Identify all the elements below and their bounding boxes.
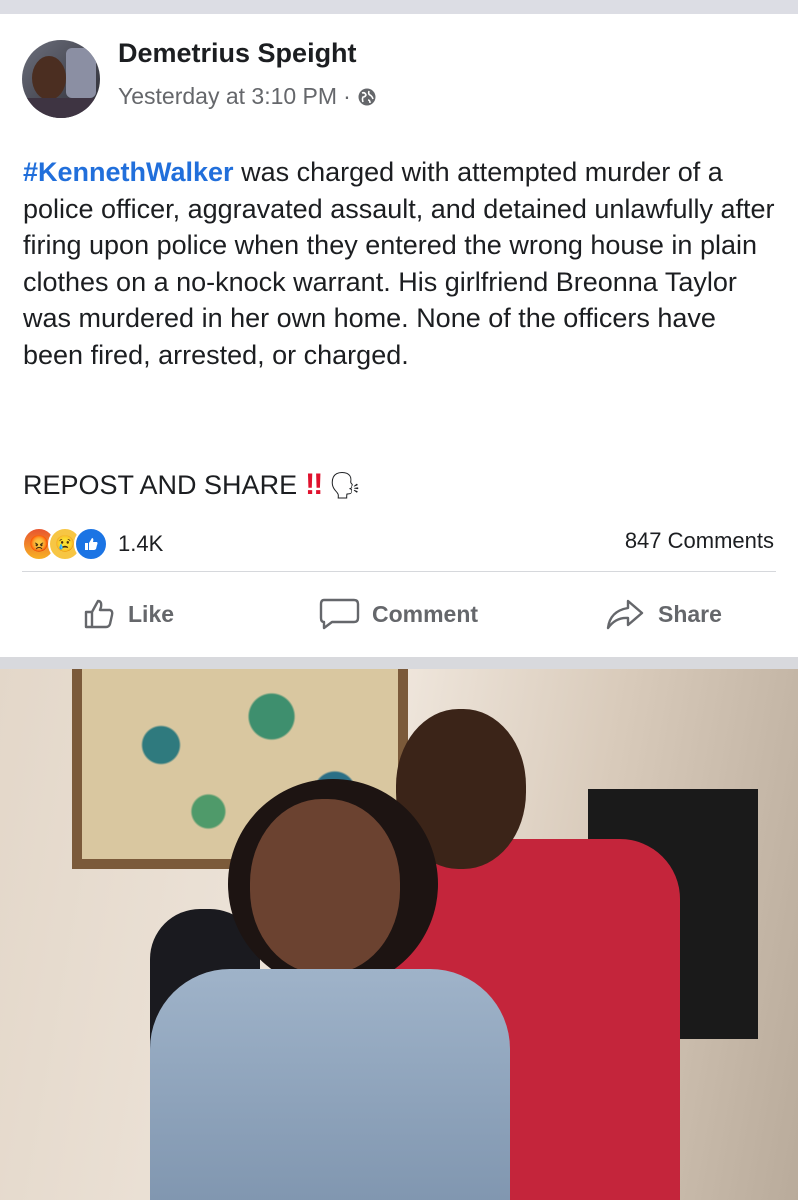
post-cta: REPOST AND SHARE ‼ 🗣: [23, 468, 361, 502]
photo-person-left-head: [250, 799, 400, 974]
comment-icon: [319, 598, 360, 630]
hashtag-link[interactable]: #KennethWalker: [23, 157, 234, 187]
avatar-face: [32, 56, 66, 100]
post-card: Demetrius Speight Yesterday at 3:10 PM ·…: [0, 14, 798, 657]
post-photo[interactable]: [0, 669, 798, 1200]
divider: [22, 571, 776, 572]
cta-text: REPOST AND SHARE: [23, 469, 298, 500]
comment-button[interactable]: Comment: [318, 597, 478, 631]
double-exclamation-icon: ‼: [305, 468, 323, 501]
post-meta: Yesterday at 3:10 PM ·: [118, 83, 377, 110]
post-timestamp[interactable]: Yesterday at 3:10 PM: [118, 83, 337, 110]
like-label: Like: [128, 600, 175, 627]
thumbs-up-icon: [84, 599, 114, 629]
share-icon: [606, 599, 644, 630]
comments-count[interactable]: 847 Comments: [625, 528, 774, 554]
like-react-icon: [74, 527, 108, 561]
comment-label: Comment: [372, 600, 479, 627]
author-name[interactable]: Demetrius Speight: [118, 38, 357, 69]
share-button[interactable]: Share: [604, 597, 722, 631]
photo-person-left-jacket: [150, 969, 510, 1200]
post-body: #KennethWalker was charged with attempte…: [23, 154, 783, 373]
meta-separator: ·: [343, 83, 351, 109]
globe-icon: [358, 88, 376, 105]
avatar-background: [66, 48, 96, 98]
share-label: Share: [658, 600, 722, 627]
reaction-summary[interactable]: 😡 😢 1.4K: [22, 527, 163, 561]
post-text: was charged with attempted murder of a p…: [23, 157, 775, 370]
reaction-count: 1.4K: [118, 531, 164, 556]
author-avatar[interactable]: [22, 40, 100, 118]
speaking-head-icon: 🗣: [328, 469, 362, 500]
section-separator: [0, 657, 798, 669]
like-button[interactable]: Like: [82, 597, 174, 631]
top-strip: [0, 0, 798, 14]
avatar-shirt: [22, 98, 100, 118]
